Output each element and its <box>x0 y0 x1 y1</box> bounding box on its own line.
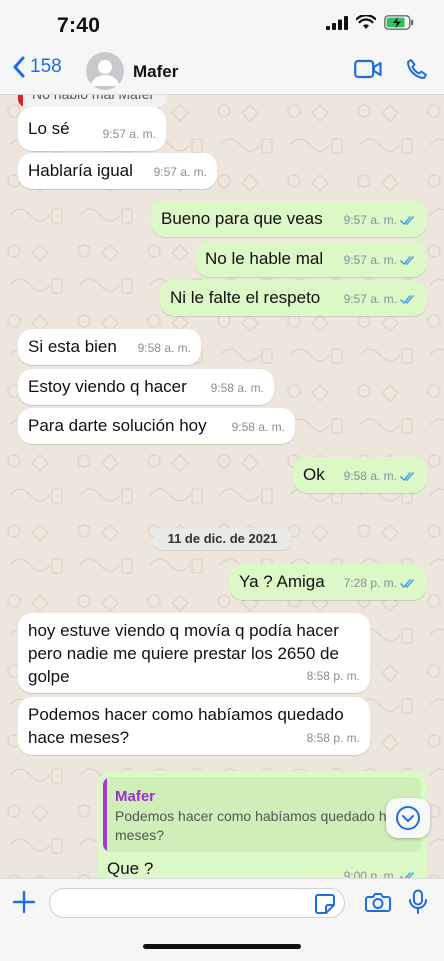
message-incoming[interactable]: Podemos hacer como habíamos quedado hace… <box>18 697 370 755</box>
sticker-icon[interactable] <box>314 893 336 915</box>
message-time: 9:00 p. m. <box>344 865 417 878</box>
chat-area[interactable]: No hablo mal Mafer Lo sé 9:57 a. m. Habl… <box>0 95 444 878</box>
wifi-icon <box>356 15 376 29</box>
microphone-icon[interactable] <box>408 889 428 915</box>
quoted-text: No hablo mal Mafer <box>32 95 154 106</box>
plus-icon[interactable] <box>12 890 36 914</box>
message-outgoing[interactable]: Ya ? Amiga 7:28 p. m. <box>229 564 427 600</box>
home-indicator <box>143 944 301 949</box>
signal-icon <box>326 15 348 30</box>
back-chevron-icon <box>13 56 25 78</box>
back-button[interactable]: 158 <box>12 56 62 78</box>
default-avatar-icon <box>91 60 119 86</box>
message-outgoing[interactable]: No le hable mal 9:57 a. m. <box>195 241 427 277</box>
message-text: Que ? <box>107 859 154 878</box>
double-check-icon <box>400 472 414 482</box>
message-time: 9:57 a. m. <box>102 127 156 141</box>
avatar[interactable] <box>86 52 124 90</box>
battery-charging-icon <box>384 15 414 30</box>
video-call-icon[interactable] <box>354 59 382 79</box>
message-time: 9:58 a. m. <box>231 420 285 434</box>
message-incoming[interactable]: hoy estuve viendo q movía q podía hacer … <box>18 613 370 693</box>
chat-header: 158 Mafer <box>0 50 444 95</box>
message-incoming[interactable]: Estoy viendo q hacer 9:58 a. m. <box>18 369 274 405</box>
message-incoming[interactable]: No hablo mal Mafer Lo sé 9:57 a. m. <box>18 95 166 151</box>
quoted-message-preview: No hablo mal Mafer <box>18 95 166 107</box>
message-outgoing[interactable]: Bueno para que veas 9:57 a. m. <box>151 201 427 237</box>
message-time: 8:58 p. m. <box>306 669 360 683</box>
message-incoming[interactable]: Si esta bien 9:58 a. m. <box>18 329 201 365</box>
double-check-icon <box>400 872 414 878</box>
message-outgoing[interactable]: Ni le falte el respeto 9:57 a. m. <box>160 280 427 316</box>
message-time: 9:57 a. m. <box>153 165 207 179</box>
message-time: 9:58 a. m. <box>344 465 417 488</box>
message-time: 9:57 a. m. <box>344 249 417 272</box>
status-bar: 7:40 <box>0 0 444 50</box>
date-separator: 11 de dic. de 2021 <box>154 528 291 550</box>
double-check-icon <box>400 295 414 305</box>
reply-quote-name: Mafer <box>115 788 156 805</box>
message-outgoing-reply[interactable]: Mafer Podemos hacer como habíamos quedad… <box>97 771 427 878</box>
double-check-icon <box>400 256 414 266</box>
message-outgoing[interactable]: Ok 9:58 a. m. <box>293 457 427 493</box>
message-time: 9:57 a. m. <box>344 288 417 311</box>
status-icons <box>326 15 414 30</box>
message-time: 9:58 a. m. <box>137 341 191 355</box>
reply-quote-text: Podemos hacer como habíamos quedado hace… <box>115 808 410 843</box>
message-incoming[interactable]: Hablaría igual 9:57 a. m. <box>18 153 217 189</box>
status-time: 7:40 <box>57 14 101 37</box>
scroll-to-bottom-button[interactable] <box>386 798 430 838</box>
message-time: 9:58 a. m. <box>210 381 264 395</box>
message-time: 9:57 a. m. <box>344 209 417 232</box>
double-check-icon <box>400 216 414 226</box>
message-input[interactable] <box>49 888 345 918</box>
camera-icon[interactable] <box>365 891 391 913</box>
chevron-down-icon <box>396 806 420 830</box>
contact-name[interactable]: Mafer <box>133 62 178 82</box>
double-check-icon <box>400 579 414 589</box>
unread-count: 158 <box>30 56 62 77</box>
reply-quote[interactable]: Mafer Podemos hacer como habíamos quedad… <box>103 777 421 852</box>
message-incoming[interactable]: Para darte solución hoy 9:58 a. m. <box>18 408 295 444</box>
message-time: 8:58 p. m. <box>306 731 360 745</box>
phone-icon[interactable] <box>406 58 428 80</box>
message-time: 7:28 p. m. <box>344 572 417 595</box>
